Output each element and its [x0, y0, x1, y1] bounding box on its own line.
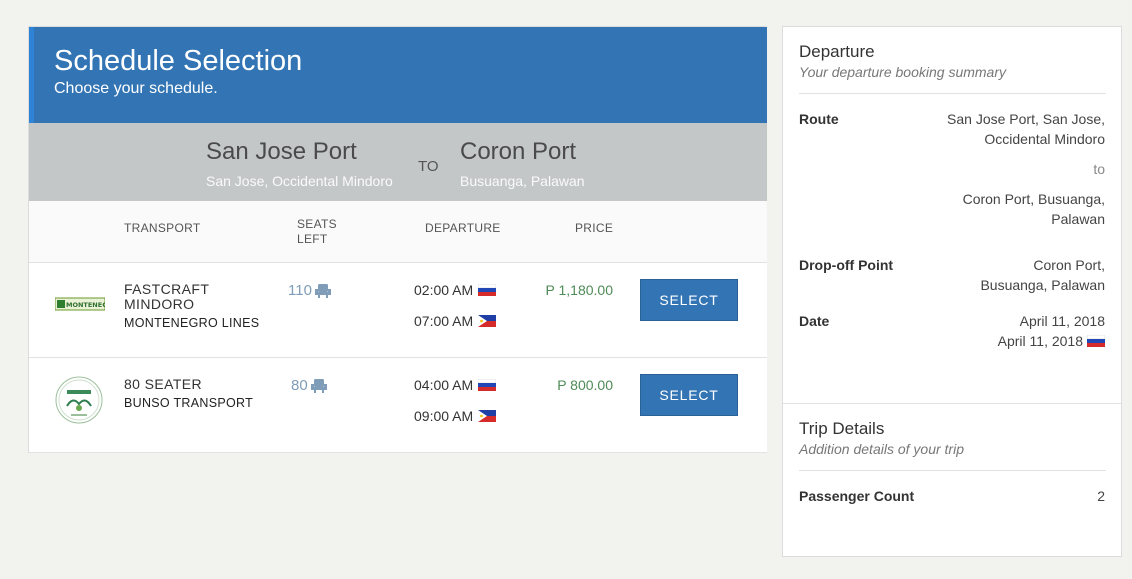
route-from-line2: Occidental Mindoro — [984, 131, 1105, 147]
date-line2: April 11, 2018 — [997, 333, 1083, 349]
route-to-label: TO — [418, 158, 439, 175]
ru-flag-icon — [478, 284, 497, 296]
divider — [799, 93, 1106, 94]
dropoff-line1: Coron Port, — [1033, 257, 1105, 273]
date-line2-wrap: April 11, 2018 — [905, 331, 1105, 351]
table-row: MONTENEGRO FASTCRAFT MINDORO MONTENEGRO … — [29, 263, 767, 358]
column-seats-left: SEATS LEFT — [297, 217, 337, 247]
table-row: 80 SEATER BUNSO TRANSPORT 80 04:00 AM 09… — [29, 358, 767, 453]
departure-title: Departure — [799, 42, 875, 61]
schedule-panel: Schedule Selection Choose your schedule.… — [28, 26, 767, 453]
seats-left: 80 — [291, 377, 328, 394]
transport-name-line2: MINDORO — [124, 296, 195, 312]
column-transport: TRANSPORT — [124, 221, 201, 235]
origin-port: San Jose Port — [206, 138, 357, 165]
route-label: Route — [799, 111, 839, 127]
route-value: San Jose Port, San Jose, Occidental Mind… — [905, 109, 1105, 229]
divider — [799, 470, 1106, 471]
seat-icon — [314, 283, 331, 298]
schedule-header: Schedule Selection Choose your schedule. — [29, 27, 767, 123]
dropoff-label: Drop-off Point — [799, 257, 894, 273]
departure-time-text: 07:00 AM — [414, 313, 474, 329]
price: P 1,180.00 — [545, 282, 613, 298]
seat-icon — [310, 378, 327, 393]
ru-flag-icon — [1087, 335, 1105, 347]
departure-time: 02:00 AM — [414, 282, 497, 298]
seats-count: 110 — [288, 282, 312, 299]
route-from-line1: San Jose Port, San Jose, — [947, 111, 1105, 127]
montenegro-lines-logo: MONTENEGRO — [54, 297, 119, 316]
column-seats-line1: SEATS — [297, 217, 337, 231]
route-banner: San Jose Port San Jose, Occidental Mindo… — [29, 123, 767, 201]
transport-name: 80 SEATER — [124, 376, 203, 392]
departure-time: 09:00 AM — [414, 408, 497, 424]
ph-flag-icon — [478, 315, 497, 327]
booking-summary-panel: Departure Your departure booking summary… — [782, 26, 1122, 557]
origin-location: San Jose, Occidental Mindoro — [206, 173, 393, 189]
transport-name-line1: FASTCRAFT — [124, 281, 210, 297]
departure-time: 07:00 AM — [414, 313, 497, 329]
transport-operator: BUNSO TRANSPORT — [124, 396, 254, 410]
departure-time-text: 09:00 AM — [414, 408, 474, 424]
price: P 800.00 — [557, 377, 613, 393]
page-subtitle: Choose your schedule. — [54, 80, 218, 97]
transport-operator: MONTENEGRO LINES — [124, 316, 260, 330]
dropoff-line2: Busuanga, Palawan — [980, 277, 1105, 293]
transport-name: FASTCRAFT MINDORO — [124, 282, 209, 312]
column-price: PRICE — [575, 221, 614, 235]
section-divider — [783, 403, 1121, 404]
page-title: Schedule Selection — [54, 45, 303, 77]
select-button[interactable]: SELECT — [640, 279, 738, 321]
departure-time-text: 04:00 AM — [414, 377, 474, 393]
seats-left: 110 — [288, 282, 332, 299]
trip-details-title: Trip Details — [799, 419, 885, 438]
destination-location: Busuanga, Palawan — [460, 173, 585, 189]
date-line1: April 11, 2018 — [1019, 313, 1105, 329]
ph-flag-icon — [478, 410, 497, 422]
ru-flag-icon — [478, 379, 497, 391]
date-label: Date — [799, 313, 830, 329]
passenger-count-value: 2 — [1097, 488, 1105, 504]
departure-time-text: 02:00 AM — [414, 282, 474, 298]
dropoff-value: Coron Port, Busuanga, Palawan — [905, 255, 1105, 295]
column-seats-line2: LEFT — [297, 232, 328, 246]
destination-port: Coron Port — [460, 138, 577, 165]
bunso-transport-logo — [55, 376, 103, 429]
date-value: April 11, 2018 April 11, 2018 — [905, 311, 1105, 351]
trip-details-subtitle: Addition details of your trip — [799, 441, 964, 457]
route-to-line1: Coron Port, Busuanga, — [962, 191, 1105, 207]
seats-count: 80 — [291, 377, 308, 394]
column-departure: DEPARTURE — [425, 221, 501, 235]
departure-subtitle: Your departure booking summary — [799, 64, 1006, 80]
svg-text:MONTENEGRO: MONTENEGRO — [66, 301, 105, 309]
passenger-count-label: Passenger Count — [799, 488, 915, 504]
table-header: TRANSPORT SEATS LEFT DEPARTURE PRICE — [29, 201, 767, 263]
route-to-line2: Palawan — [1051, 211, 1105, 227]
select-button[interactable]: SELECT — [640, 374, 738, 416]
departure-time: 04:00 AM — [414, 377, 497, 393]
route-to: to — [1093, 161, 1105, 177]
